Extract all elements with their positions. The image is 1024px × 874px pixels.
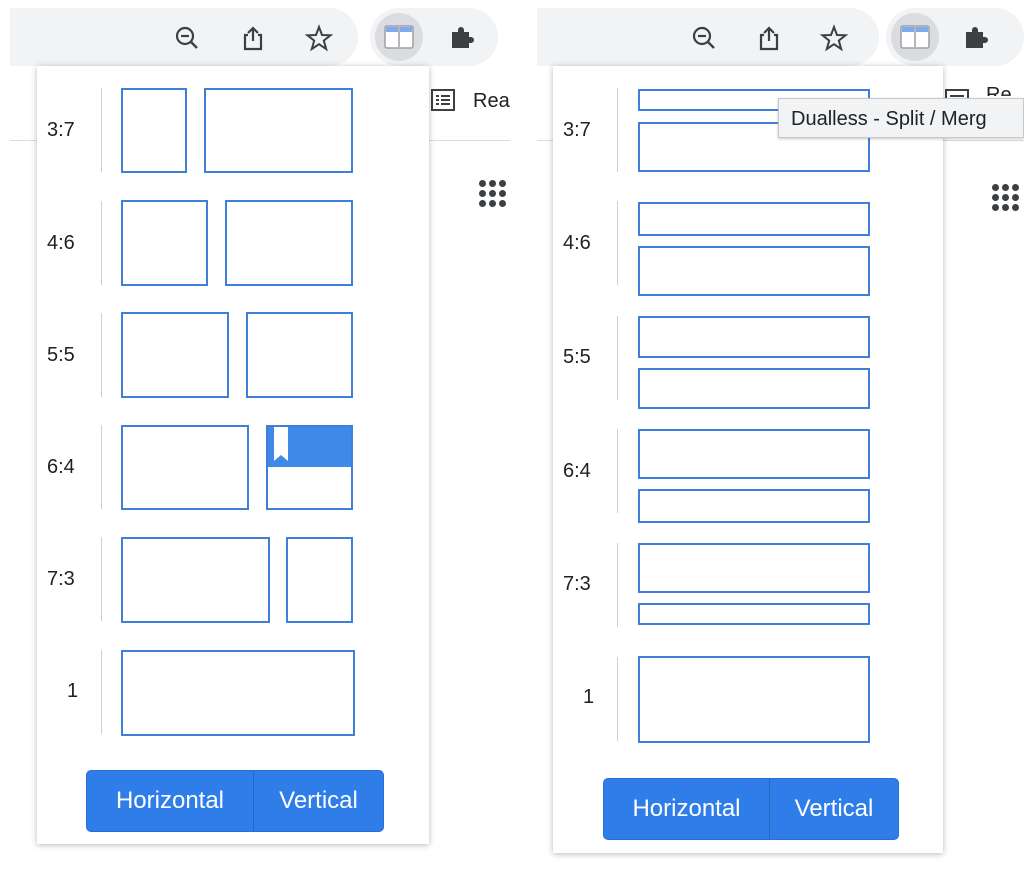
ratio-label-3-7: 3:7 [47,119,75,141]
layout-7-3-right-pane[interactable] [286,537,353,623]
layout-6-4-left-pane[interactable] [121,425,249,510]
layout-6-4-bottom-pane[interactable] [638,489,870,523]
ratio-label-6-4: 6:4 [47,456,75,478]
divider [617,201,618,285]
layout-4-6-left-pane[interactable] [121,200,208,286]
puzzle-icon[interactable] [448,23,476,51]
ratio-label-full: 1 [583,686,595,708]
divider [101,425,102,509]
ratio-label-full: 1 [67,680,79,702]
zoom-out-icon[interactable] [690,24,718,52]
browser-toolbar-right [537,8,879,66]
browser-toolbar-left [10,8,358,66]
divider [617,429,618,513]
dualless-popup-vertical: 3:7 4:6 5:5 6:4 7:3 1 Horizontal Vertica… [553,66,943,853]
extensions-area-left [370,8,498,66]
reading-list-label[interactable]: Rea [473,90,510,113]
layout-3-7-left-pane[interactable] [121,88,187,173]
layout-7-3-bottom-pane[interactable] [638,603,870,625]
divider [101,88,102,172]
layout-5-5-right-pane[interactable] [246,312,353,398]
orientation-toggle: Horizontal Vertical [603,778,899,840]
divider [617,657,618,741]
layout-full-pane[interactable] [121,650,355,736]
divider [101,650,102,734]
layout-3-7-right-pane[interactable] [204,88,353,173]
divider [617,316,618,400]
layout-7-3-left-pane[interactable] [121,537,270,623]
ratio-label-4-6: 4:6 [47,232,75,254]
reading-list-label[interactable]: Re [986,84,1012,96]
vertical-button[interactable]: Vertical [769,779,898,839]
ratio-label-7-3: 7:3 [47,568,75,590]
star-icon[interactable] [305,24,333,52]
apps-grid-icon[interactable] [479,180,506,207]
ratio-label-5-5: 5:5 [47,344,75,366]
layout-5-5-left-pane[interactable] [121,312,229,398]
puzzle-icon[interactable] [962,23,990,51]
reading-list-icon[interactable] [431,88,455,112]
layout-4-6-top-pane[interactable] [638,202,870,236]
ratio-label-6-4: 6:4 [563,460,591,482]
layout-full-pane[interactable] [638,656,870,743]
layout-6-4-right-pane[interactable] [266,425,353,510]
layout-4-6-bottom-pane[interactable] [638,246,870,296]
divider [617,543,618,627]
bookmark-icon [274,427,288,461]
share-icon[interactable] [755,24,783,52]
ratio-label-4-6: 4:6 [563,232,591,254]
split-view-icon[interactable] [375,13,423,61]
share-icon[interactable] [239,24,267,52]
orientation-toggle: Horizontal Vertical [86,770,384,832]
ratio-label-7-3: 7:3 [563,573,591,595]
zoom-out-icon[interactable] [173,24,201,52]
split-view-icon[interactable] [891,13,939,61]
horizontal-button[interactable]: Horizontal [604,779,769,839]
apps-grid-icon[interactable] [992,184,1019,211]
ratio-label-5-5: 5:5 [563,346,591,368]
layout-5-5-bottom-pane[interactable] [638,368,870,409]
ratio-label-3-7: 3:7 [563,119,591,141]
layout-6-4-top-pane[interactable] [638,429,870,479]
star-icon[interactable] [820,24,848,52]
extension-tooltip: Dualless - Split / Merg [778,98,1024,138]
divider [101,537,102,621]
layout-5-5-top-pane[interactable] [638,316,870,358]
divider [617,88,618,172]
layout-7-3-top-pane[interactable] [638,543,870,593]
divider [101,313,102,397]
vertical-button[interactable]: Vertical [253,771,383,831]
extensions-area-right [886,8,1024,66]
layout-4-6-right-pane[interactable] [225,200,353,286]
dualless-popup-horizontal: 3:7 4:6 5:5 6:4 7:3 1 Horizontal Vertica… [37,66,429,844]
horizontal-button[interactable]: Horizontal [87,771,253,831]
divider [101,201,102,285]
